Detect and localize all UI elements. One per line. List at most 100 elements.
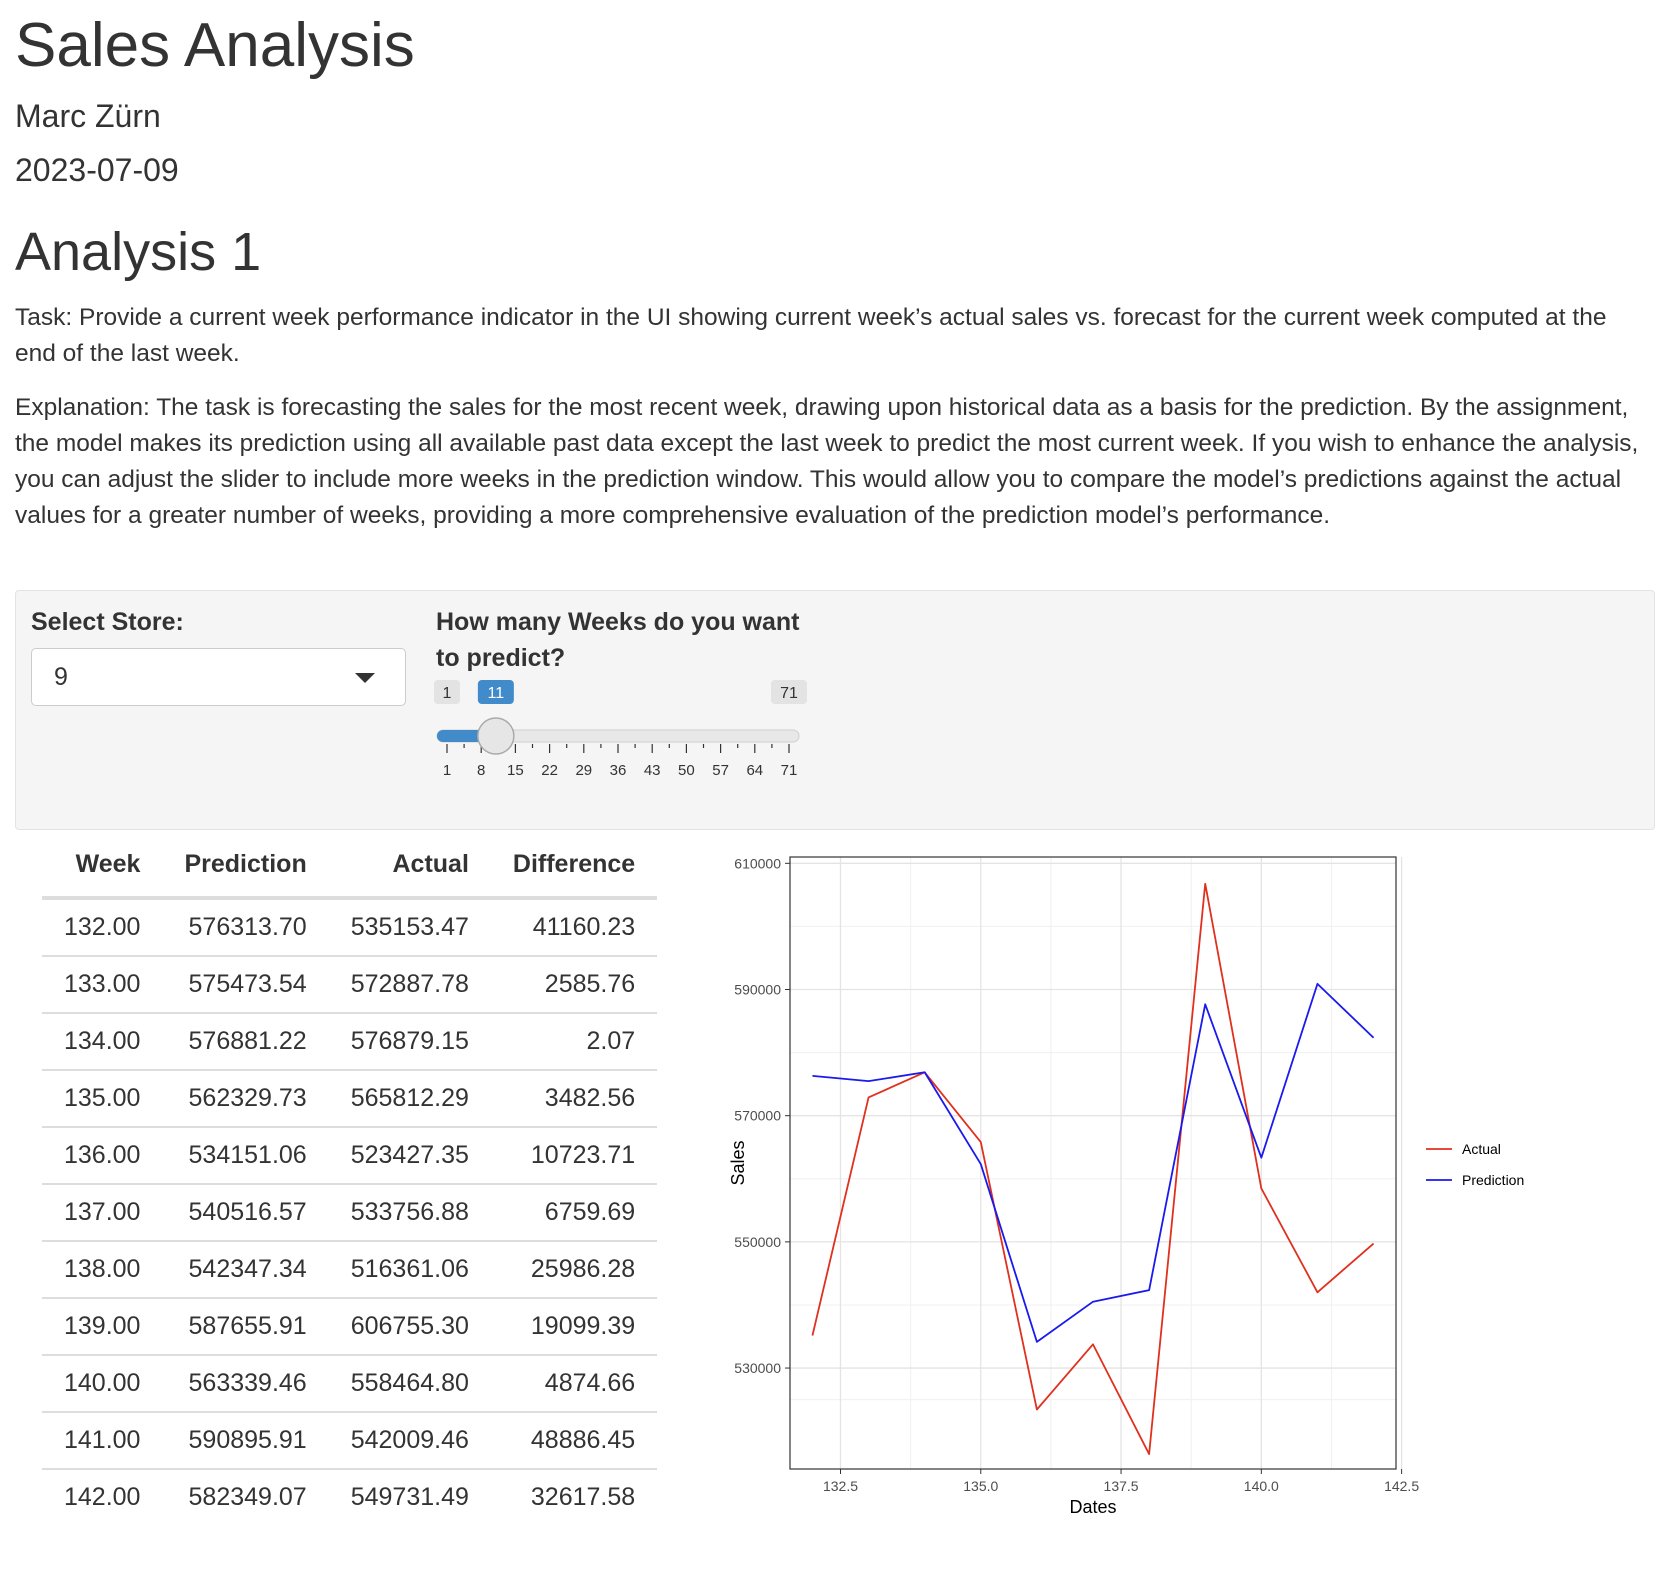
column-header: Prediction bbox=[162, 850, 329, 900]
table-cell: 523427.35 bbox=[328, 1127, 491, 1185]
table-cell: 535153.47 bbox=[328, 898, 491, 957]
slider-tick-label: 8 bbox=[477, 762, 485, 779]
slider-max-badge: 71 bbox=[780, 685, 798, 702]
table-cell: 142.00 bbox=[64, 1483, 141, 1511]
table-row: 139.00 587655.91 606755.30 19099.39 bbox=[42, 1298, 658, 1356]
y-axis-label: Sales bbox=[728, 1140, 748, 1185]
table-cell: 542347.34 bbox=[162, 1241, 329, 1299]
task-paragraph: Task: Provide a current week performance… bbox=[15, 304, 1607, 367]
y-tick-label: 610000 bbox=[734, 855, 781, 871]
y-tick-label: 530000 bbox=[734, 1360, 781, 1376]
table-cell: 542009.46 bbox=[328, 1412, 491, 1470]
explanation-paragraph: Explanation: The task is forecasting the… bbox=[15, 394, 1639, 529]
table-row: 137.00 540516.57 533756.88 6759.69 bbox=[42, 1184, 658, 1242]
report-date: 2023-07-09 bbox=[15, 152, 179, 188]
table-cell: 582349.07 bbox=[188, 1483, 307, 1511]
table-cell: 516361.06 bbox=[328, 1241, 491, 1299]
table-cell: 2585.76 bbox=[490, 956, 658, 1014]
table-row: 140.00 563339.46 558464.80 4874.66 bbox=[42, 1355, 658, 1413]
table-cell: 565812.29 bbox=[328, 1070, 491, 1128]
x-tick-label: 137.5 bbox=[1104, 1478, 1139, 1494]
table-cell: 41160.23 bbox=[490, 898, 658, 957]
slider-tick-label: 57 bbox=[712, 762, 729, 779]
y-tick-label: 570000 bbox=[734, 1108, 781, 1124]
table-cell: 141.00 bbox=[42, 1412, 163, 1470]
column-header: Difference bbox=[490, 850, 658, 900]
table-cell: 572887.78 bbox=[328, 956, 491, 1014]
table-cell: 32617.58 bbox=[530, 1483, 636, 1511]
table-cell: 137.00 bbox=[42, 1184, 163, 1242]
store-select-label: Select Store: bbox=[31, 608, 184, 636]
column-header: Week bbox=[42, 850, 163, 900]
table-cell: 563339.46 bbox=[162, 1355, 329, 1413]
slider-tick-label: 43 bbox=[644, 762, 661, 779]
table-cell: 590895.91 bbox=[162, 1412, 329, 1470]
slider-tick-label: 29 bbox=[575, 762, 592, 779]
slider-tick-label: 1 bbox=[443, 762, 451, 779]
slider-min-badge: 1 bbox=[443, 685, 452, 702]
controls-panel bbox=[15, 590, 1655, 830]
table-cell: 540516.57 bbox=[162, 1184, 329, 1242]
weeks-slider[interactable]: 1 8 15 22 29 36 43 50 57 64 71 1 71 11 bbox=[430, 680, 810, 780]
table-cell: 587655.91 bbox=[162, 1298, 329, 1356]
plot-panel bbox=[790, 857, 1396, 1469]
table-cell: 533756.88 bbox=[328, 1184, 491, 1242]
table-cell: 558464.80 bbox=[328, 1355, 491, 1413]
table-cell: 132.00 bbox=[42, 898, 163, 957]
y-tick-label: 590000 bbox=[734, 981, 781, 997]
table-cell: 576313.70 bbox=[162, 898, 329, 957]
x-tick-label: 135.0 bbox=[963, 1478, 998, 1494]
column-header: Actual bbox=[328, 850, 491, 900]
table-cell: 136.00 bbox=[42, 1127, 163, 1185]
prediction-table: Week Prediction Actual Difference 132.00 576… bbox=[42, 850, 658, 1525]
weeks-slider-label: How many Weeks do you want to predict? bbox=[436, 608, 800, 672]
table-row: 142.00 582349.07 549731.49 32617.58 bbox=[42, 1469, 657, 1525]
table-cell: 606755.30 bbox=[328, 1298, 491, 1356]
table-cell: 48886.45 bbox=[490, 1412, 658, 1470]
table-cell: 138.00 bbox=[42, 1241, 163, 1299]
x-axis-label: Dates bbox=[1069, 1497, 1116, 1517]
table-cell: 575473.54 bbox=[162, 956, 329, 1014]
slider-tick-label: 71 bbox=[781, 762, 798, 779]
table-cell: 3482.56 bbox=[490, 1070, 658, 1128]
table-row: 138.00 542347.34 516361.06 25986.28 bbox=[42, 1241, 658, 1299]
y-tick-label: 550000 bbox=[734, 1234, 781, 1250]
table-cell: 134.00 bbox=[42, 1013, 163, 1071]
table-cell: 562329.73 bbox=[162, 1070, 329, 1128]
table-cell: 534151.06 bbox=[162, 1127, 329, 1185]
slider-tick-label: 50 bbox=[678, 762, 695, 779]
table-cell: 4874.66 bbox=[490, 1355, 658, 1413]
table-cell: 19099.39 bbox=[490, 1298, 658, 1356]
table-row: 132.00 576313.70 535153.47 41160.23 bbox=[42, 898, 658, 957]
slider-tick-label: 36 bbox=[610, 762, 627, 779]
table-row: 141.00 590895.91 542009.46 48886.45 bbox=[42, 1412, 658, 1470]
table-row: 135.00 562329.73 565812.29 3482.56 bbox=[42, 1070, 658, 1128]
table-cell: 133.00 bbox=[42, 956, 163, 1014]
legend-label: Actual bbox=[1462, 1141, 1501, 1157]
table-cell: 25986.28 bbox=[490, 1241, 658, 1299]
slider-tick-label: 64 bbox=[746, 762, 763, 779]
legend-label: Prediction bbox=[1462, 1172, 1524, 1188]
slider-tick-label: 22 bbox=[541, 762, 558, 779]
table-cell: 2.07 bbox=[490, 1013, 658, 1071]
store-select[interactable]: 9 bbox=[31, 648, 406, 706]
table-cell: 6759.69 bbox=[490, 1184, 658, 1242]
page-title: Sales Analysis bbox=[15, 11, 415, 80]
table-row: 133.00 575473.54 572887.78 2585.76 bbox=[42, 956, 658, 1014]
x-tick-label: 142.5 bbox=[1384, 1478, 1419, 1494]
table-cell: 576881.22 bbox=[162, 1013, 329, 1071]
table-cell: 549731.49 bbox=[350, 1483, 469, 1511]
x-tick-label: 140.0 bbox=[1244, 1478, 1279, 1494]
author: Marc Zürn bbox=[15, 98, 161, 134]
table-cell: 140.00 bbox=[42, 1355, 163, 1413]
slider-value-badge: 11 bbox=[488, 685, 505, 702]
table-row: 134.00 576881.22 576879.15 2.07 bbox=[42, 1013, 658, 1071]
x-tick-label: 132.5 bbox=[823, 1478, 858, 1494]
table-cell: 576879.15 bbox=[328, 1013, 491, 1071]
store-select-value: 9 bbox=[54, 663, 68, 691]
slider-handle[interactable] bbox=[477, 717, 515, 755]
table-row: 136.00 534151.06 523427.35 10723.71 bbox=[42, 1127, 658, 1185]
section-heading: Analysis 1 bbox=[15, 222, 262, 282]
slider-tick-label: 15 bbox=[507, 762, 524, 779]
table-cell: 139.00 bbox=[42, 1298, 163, 1356]
